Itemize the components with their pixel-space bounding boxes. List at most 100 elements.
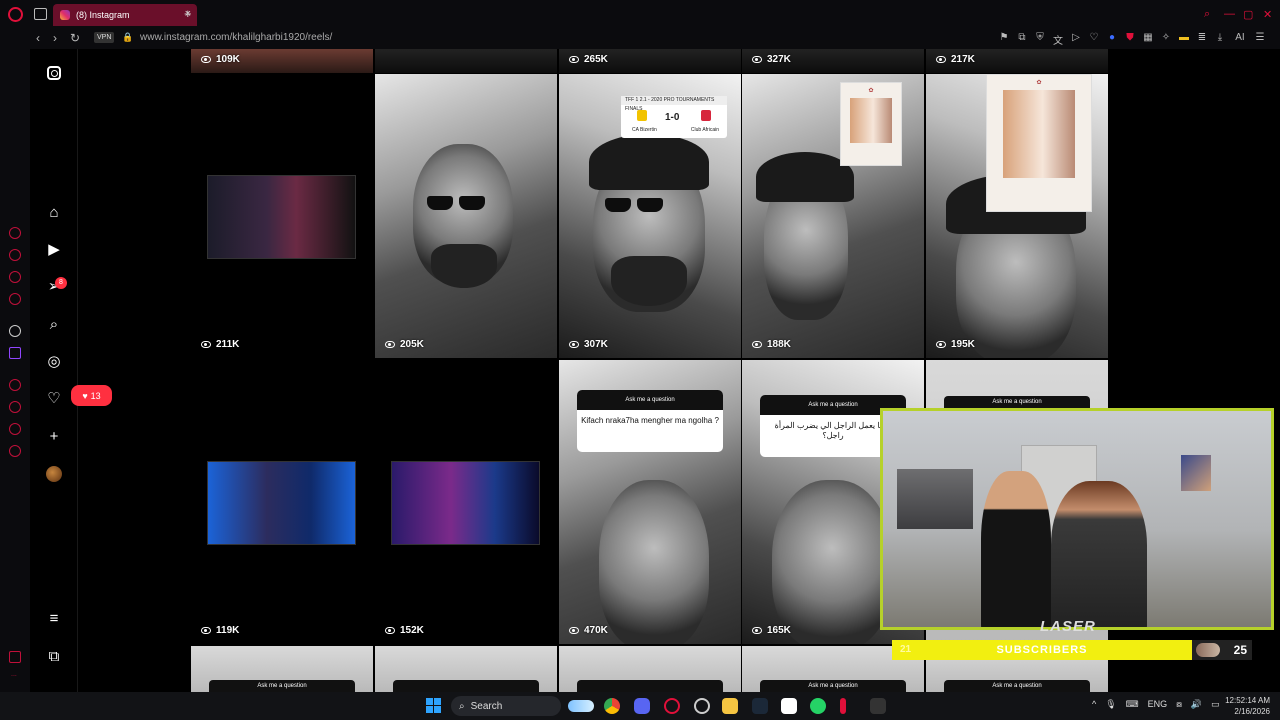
aria-ai-button[interactable]: AI	[1232, 32, 1248, 47]
history-icon[interactable]	[9, 401, 21, 413]
tab-manager-icon[interactable]	[34, 8, 47, 20]
reel-tile[interactable]: 211K	[191, 74, 373, 358]
gmail-icon[interactable]	[9, 293, 21, 305]
view-count: 470K	[569, 625, 608, 636]
reel-tile[interactable]: 119K	[191, 360, 373, 644]
player-icon[interactable]	[9, 379, 21, 391]
search-icon[interactable]: ⌕	[46, 317, 62, 333]
file-explorer-icon[interactable]	[722, 698, 738, 714]
extension-gray-icon[interactable]: ≣	[1196, 32, 1208, 47]
vpn-badge[interactable]: VPN	[94, 32, 115, 43]
eye-icon	[385, 341, 395, 348]
capcut-icon[interactable]	[781, 698, 797, 714]
obs-icon[interactable]	[694, 698, 710, 714]
network-icon[interactable]: ⧇	[1176, 699, 1182, 710]
battery-icon[interactable]: ▭	[1211, 699, 1220, 710]
reel-tile[interactable]	[375, 646, 557, 692]
reel-tile[interactable]	[559, 646, 741, 692]
minimize-button[interactable]: —	[1224, 8, 1235, 20]
instagram-favicon-icon	[60, 10, 70, 20]
shopping-icon[interactable]	[9, 249, 21, 261]
easy-setup-icon[interactable]: ☰	[1254, 32, 1266, 47]
steam-icon[interactable]	[752, 698, 768, 714]
close-window-button[interactable]: ✕	[1263, 8, 1272, 21]
microphone-icon[interactable]: 🎙	[1105, 699, 1116, 710]
opera-logo-icon[interactable]	[8, 7, 23, 22]
extension-yellow-icon[interactable]: ▬	[1178, 32, 1190, 47]
extensions-toolbar: ⚑ ⧉ ⛨ 文 ▷ ♡ ● ⛊ ▦ ✧ ▬ ≣ ⤓ AI ☰	[998, 32, 1266, 47]
snapshot-icon[interactable]: ⧉	[1016, 32, 1028, 47]
reel-tile[interactable]	[375, 49, 557, 73]
reel-tile[interactable]: Ask me a question Kifach nraka7ha menghe…	[559, 360, 741, 644]
create-icon[interactable]: +	[46, 429, 62, 445]
search-tabs-icon[interactable]: ⌕	[1204, 8, 1210, 21]
sidebar-more-icon[interactable]: ...	[11, 671, 17, 678]
instagram-logo-icon[interactable]	[47, 66, 61, 80]
more-menu-icon[interactable]: ≡	[46, 611, 62, 627]
volume-icon[interactable]: 🔊	[1191, 699, 1202, 710]
extension-red-shield-icon[interactable]: ⛊	[1124, 32, 1136, 47]
twitch-icon[interactable]	[9, 347, 21, 359]
home-icon[interactable]: ⌂	[46, 205, 62, 221]
app-icon[interactable]	[840, 698, 846, 714]
extension-blue-icon[interactable]: ●	[1106, 32, 1118, 47]
workspace-icon[interactable]	[9, 227, 21, 239]
bookmark-icon[interactable]: ⚑	[998, 32, 1010, 47]
also-from-meta-icon[interactable]: ⧉	[46, 649, 62, 665]
reel-tile[interactable]: 327K	[742, 49, 924, 73]
widgets-icon[interactable]	[568, 700, 594, 712]
reel-tile[interactable]: ✿ 195K	[926, 74, 1108, 358]
whatsapp-icon[interactable]	[810, 698, 826, 714]
reel-tile[interactable]: 205K	[375, 74, 557, 358]
reel-tile[interactable]: 109K	[191, 49, 373, 73]
maximize-button[interactable]: ▢	[1243, 8, 1253, 21]
sunglasses	[427, 196, 485, 210]
team1-name: CA Bizertin	[632, 127, 657, 133]
reels-icon[interactable]: ▶	[46, 242, 62, 258]
chatgpt-icon[interactable]	[9, 325, 21, 337]
keyboard-icon[interactable]: ⌨	[1126, 699, 1139, 710]
windows-start-icon[interactable]	[426, 698, 441, 713]
clock[interactable]: 12:52:14 AM 2/16/2026	[1225, 695, 1270, 717]
url-field[interactable]: www.instagram.com/khalilgharbi1920/reels…	[140, 32, 332, 43]
explore-icon[interactable]: ◎	[46, 354, 62, 370]
translate-icon[interactable]: 文	[1052, 32, 1064, 47]
reel-tile[interactable]: ✿ 188K	[742, 74, 924, 358]
adblock-icon[interactable]: ⛨	[1034, 32, 1046, 47]
forward-button[interactable]: ›	[53, 31, 57, 45]
settings-icon[interactable]	[9, 445, 21, 457]
question-header: Ask me a question	[577, 390, 723, 410]
reel-tile[interactable]: 152K	[375, 360, 557, 644]
new-tab-button[interactable]: +	[184, 6, 192, 21]
heart-icon[interactable]: ♡	[1088, 32, 1100, 47]
app-icon[interactable]	[870, 698, 886, 714]
extensions-puzzle-icon[interactable]: ✧	[1160, 32, 1172, 47]
chevron-up-icon[interactable]: ^	[1092, 699, 1096, 710]
reload-button[interactable]: ↻	[70, 31, 80, 45]
language-indicator[interactable]: ENG	[1148, 699, 1168, 710]
pinboard-icon[interactable]	[9, 423, 21, 435]
extension-rail-icon[interactable]	[9, 651, 21, 663]
back-button[interactable]: ‹	[36, 31, 40, 45]
lock-icon[interactable]: 🔒	[122, 32, 133, 43]
question-header: Ask me a question	[944, 680, 1090, 692]
reel-tile[interactable]: 217K	[926, 49, 1108, 73]
extension-grid-icon[interactable]: ▦	[1142, 32, 1154, 47]
taskbar-search[interactable]: ⌕ Search	[451, 696, 561, 716]
reel-tile[interactable]: TFF 1 2.1 - 2020 PRO TOURNAMENTS FINALS …	[559, 74, 741, 358]
reel-tile[interactable]: 265K	[559, 49, 741, 73]
opera-gx-icon[interactable]	[664, 698, 680, 714]
tab-instagram[interactable]: (8) Instagram ×	[53, 4, 197, 26]
chrome-icon[interactable]	[604, 698, 620, 714]
discord-icon[interactable]	[634, 698, 650, 714]
download-icon[interactable]: ⤓	[1214, 32, 1226, 47]
notifications-icon[interactable]: ♡	[46, 391, 62, 407]
reel-tile[interactable]: Ask me a question	[191, 646, 373, 692]
messenger-icon[interactable]	[9, 271, 21, 283]
video-thumbnail	[207, 175, 356, 259]
notifications-pill[interactable]: ♥ 13	[71, 385, 112, 406]
score-title: TFF 1 2.1 - 2020 PRO TOURNAMENTS FINALS	[621, 96, 727, 112]
profile-avatar[interactable]	[46, 466, 62, 482]
view-count: 217K	[936, 54, 975, 65]
play-icon[interactable]: ▷	[1070, 32, 1082, 47]
